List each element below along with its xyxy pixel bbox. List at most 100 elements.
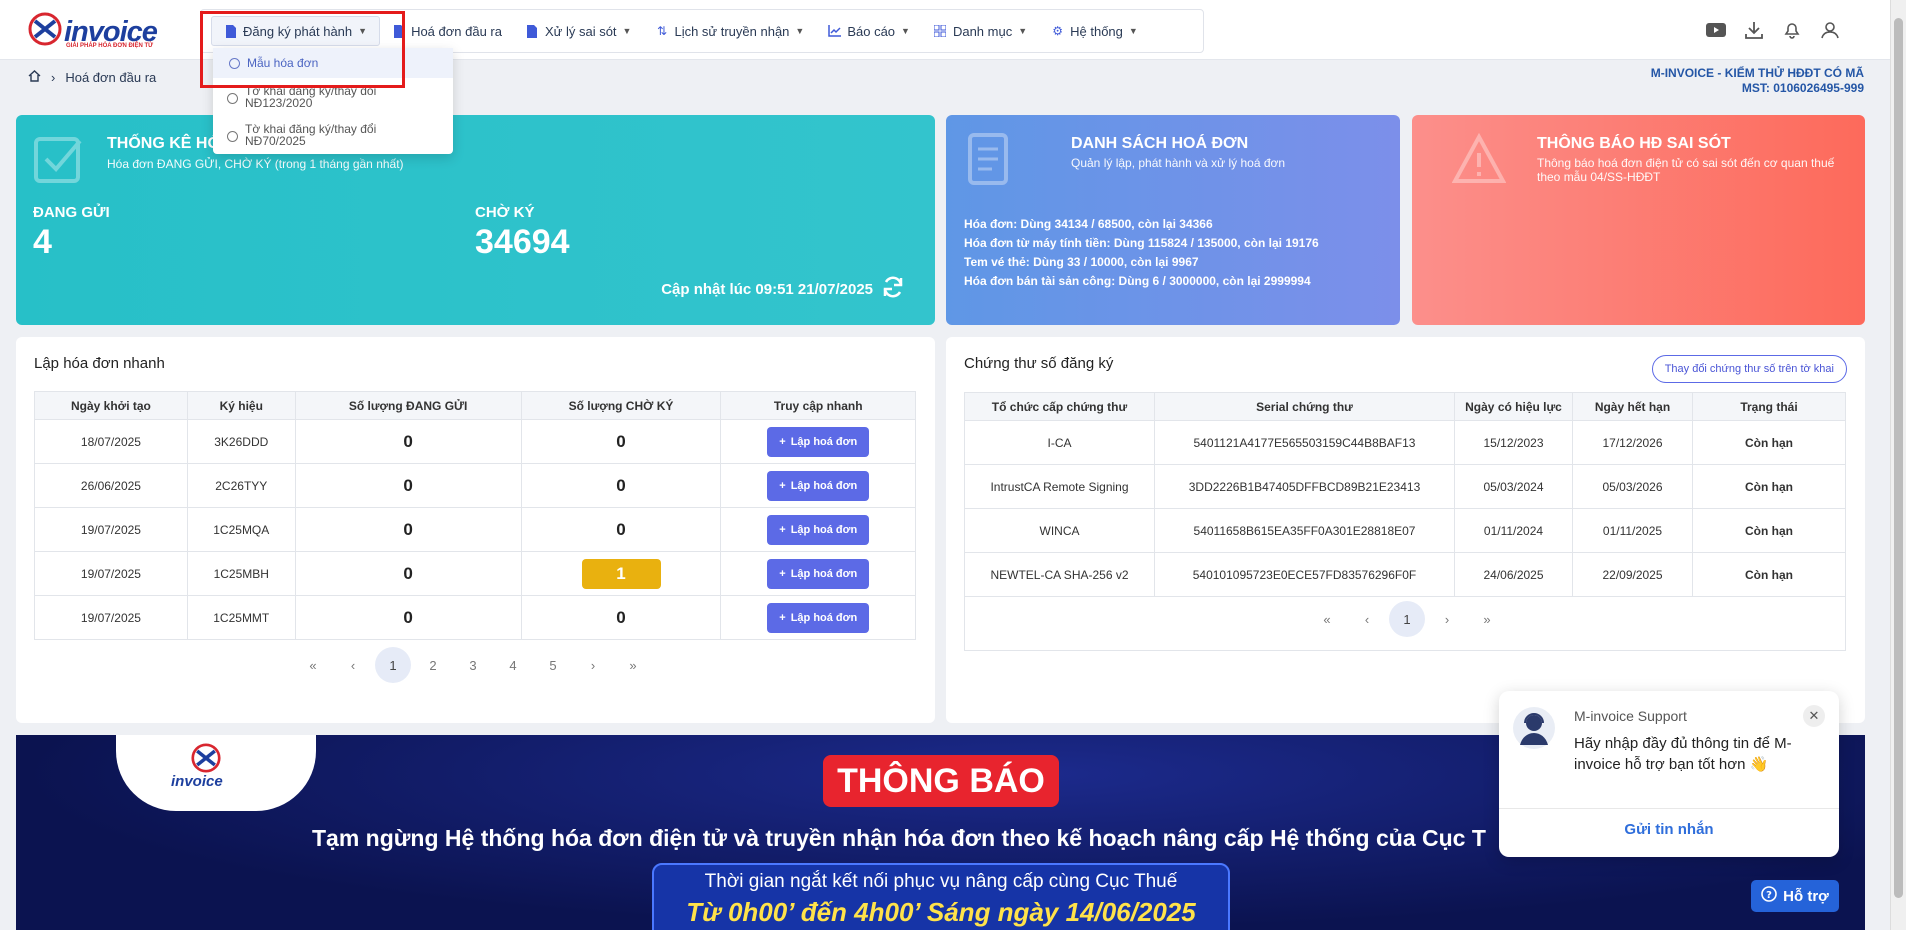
help-button[interactable]: ? Hỗ trợ — [1751, 880, 1839, 912]
create-invoice-label: Lập hoá đơn — [790, 435, 858, 448]
pager-page[interactable]: 5 — [535, 647, 571, 683]
plus-icon: + — [779, 611, 786, 624]
dropdown-item-template[interactable]: Mẫu hóa đơn — [213, 48, 453, 78]
plus-icon: + — [779, 567, 786, 580]
grid-icon — [934, 25, 947, 38]
create-invoice-button[interactable]: + Lập hoá đơn — [767, 426, 870, 457]
document-icon — [968, 133, 1008, 185]
close-icon[interactable]: ✕ — [1803, 705, 1825, 727]
pager-page[interactable]: 1 — [1389, 601, 1425, 637]
cell-code: 1C25MQA — [186, 507, 296, 552]
page-scrollbar[interactable] — [1890, 0, 1906, 930]
cell-valid-to: 22/09/2025 — [1572, 552, 1693, 597]
pager-next[interactable]: › — [575, 647, 611, 683]
pager-prev[interactable]: ‹ — [335, 647, 371, 683]
banner-schedule-line1: Thời gian ngắt kết nối phục vụ nâng cấp … — [704, 871, 1178, 892]
cell-status: Còn hạn — [1692, 552, 1846, 597]
nav-system[interactable]: ⚙ Hệ thống ▼ — [1039, 16, 1150, 46]
send-message-button[interactable]: Gửi tin nhắn — [1499, 821, 1839, 838]
cell-org: WINCA — [964, 508, 1155, 553]
change-certificate-button[interactable]: Thay đổi chứng thư số trên tờ khai — [1651, 355, 1847, 383]
column-header: Ngày khởi tạo — [34, 391, 188, 420]
cell-date: 18/07/2025 — [34, 419, 188, 464]
banner-schedule-line2: Từ 0h00’ đến 4h00’ Sáng ngày 14/06/2025 — [686, 897, 1196, 927]
error-notice-card[interactable]: THÔNG BÁO HĐ SAI SÓT Thông báo hoá đơn đ… — [1412, 115, 1865, 325]
sending-value: 4 — [33, 223, 52, 261]
home-icon[interactable] — [28, 70, 41, 85]
table-header-row: Tổ chức cấp chứng thư Serial chứng thư N… — [964, 392, 1846, 421]
usage-line: Hóa đơn: Dùng 34134 / 68500, còn lại 343… — [964, 217, 1213, 231]
youtube-icon[interactable] — [1706, 20, 1726, 40]
nav-register[interactable]: Đăng ký phát hành ▼ — [211, 16, 381, 46]
checkbox-icon — [34, 137, 82, 183]
pager-page[interactable]: 4 — [495, 647, 531, 683]
nav-output-invoices[interactable]: Hoá đơn đầu ra — [380, 16, 514, 46]
chart-icon — [828, 25, 842, 38]
pager-last[interactable]: » — [615, 647, 651, 683]
create-invoice-button[interactable]: + Lập hoá đơn — [767, 602, 870, 633]
logo-mark-icon — [191, 743, 221, 773]
waiting-count: 0 — [616, 431, 626, 451]
warning-icon — [1452, 133, 1506, 183]
pager-prev[interactable]: ‹ — [1349, 601, 1385, 637]
download-icon[interactable] — [1744, 20, 1764, 40]
file-register-icon — [224, 24, 237, 38]
banner-schedule-box: Thời gian ngắt kết nối phục vụ nâng cấp … — [652, 863, 1230, 930]
cell-date: 19/07/2025 — [34, 595, 188, 640]
refresh-icon[interactable] — [881, 275, 905, 303]
dropdown-item-nd123[interactable]: Tờ khai đăng ký/thay đổi NĐ123/2020 — [213, 78, 453, 116]
column-header: Ký hiệu — [186, 391, 296, 420]
dropdown-item-nd70[interactable]: Tờ khai đăng ký/thay đổi NĐ70/2025 — [213, 116, 453, 154]
bell-icon[interactable] — [1782, 20, 1802, 40]
cell-org: I-CA — [964, 420, 1155, 465]
pager-first[interactable]: « — [295, 647, 331, 683]
main-nav: Đăng ký phát hành ▼ Hoá đơn đầu ra Xử lý… — [200, 9, 1204, 53]
table-row: 26/06/2025 2C26TYY 0 0 + Lập hoá đơn — [34, 463, 916, 508]
pager-next[interactable]: › — [1429, 601, 1465, 637]
cell-sending: 0 — [294, 595, 522, 640]
nav-catalog[interactable]: Danh mục ▼ — [922, 16, 1039, 46]
breadcrumb-current[interactable]: Hoá đơn đầu ra — [65, 70, 156, 85]
cell-valid-from: 05/03/2024 — [1454, 464, 1573, 509]
pager-page[interactable]: 1 — [375, 647, 411, 683]
dropdown-item-label: Tờ khai đăng ký/thay đổi NĐ123/2020 — [245, 84, 377, 110]
waiting-count: 0 — [616, 607, 626, 627]
pager-first[interactable]: « — [1309, 601, 1345, 637]
create-invoice-button[interactable]: + Lập hoá đơn — [767, 470, 870, 501]
nav-reports[interactable]: Báo cáo ▼ — [816, 16, 922, 46]
create-invoice-button[interactable]: + Lập hoá đơn — [767, 558, 870, 589]
sending-count: 0 — [403, 519, 413, 539]
sending-count: 0 — [403, 475, 413, 495]
column-header: Ngày hết hạn — [1572, 392, 1693, 421]
divider — [1499, 808, 1839, 809]
cell-valid-to: 01/11/2025 — [1572, 508, 1693, 553]
create-invoice-button[interactable]: + Lập hoá đơn — [767, 514, 870, 545]
pager-last[interactable]: » — [1469, 601, 1505, 637]
cell-waiting: 0 — [520, 463, 722, 508]
scrollbar-thumb[interactable] — [1894, 18, 1903, 898]
waiting-count-badge[interactable]: 1 — [581, 558, 661, 589]
cell-sending: 0 — [294, 551, 522, 596]
nav-transfer-history[interactable]: ⇅ Lịch sử truyền nhận ▼ — [643, 16, 816, 46]
invoice-list-card[interactable]: DANH SÁCH HOÁ ĐƠN Quản lý lập, phát hành… — [946, 115, 1400, 325]
stats-subtitle: Hóa đơn ĐANG GỬI, CHỜ KÝ (trong 1 tháng … — [107, 157, 404, 171]
chevron-down-icon: ▼ — [795, 26, 805, 36]
table-row: 19/07/2025 1C25MMT 0 0 + Lập hoá đơn — [34, 595, 916, 640]
nav-error-handling[interactable]: Xử lý sai sót ▼ — [514, 16, 643, 46]
certificates-title: Chứng thư số đăng ký — [964, 355, 1114, 372]
user-icon[interactable] — [1820, 20, 1840, 40]
gear-icon: ⚙ — [1052, 24, 1063, 38]
app-logo[interactable]: invoice GIẢI PHÁP HÓA ĐƠN ĐIỆN TỬ — [28, 12, 168, 50]
cell-serial: 3DD2226B1B47405DFFBCD89B21E23413 — [1154, 464, 1455, 509]
cell-waiting: 0 — [520, 507, 722, 552]
pager-page[interactable]: 2 — [415, 647, 451, 683]
quick-invoice-title: Lập hóa đơn nhanh — [34, 355, 165, 372]
create-invoice-label: Lập hoá đơn — [790, 523, 858, 536]
table-row: 19/07/2025 1C25MBH 0 1 + Lập hoá đơn — [34, 551, 916, 596]
nav-output-label: Hoá đơn đầu ra — [411, 23, 502, 39]
pager-page[interactable]: 3 — [455, 647, 491, 683]
dropdown-item-label: Mẫu hóa đơn — [247, 56, 319, 70]
chevron-down-icon: ▼ — [358, 26, 368, 36]
sending-count: 0 — [403, 607, 413, 627]
cell-valid-to: 17/12/2026 — [1572, 420, 1693, 465]
